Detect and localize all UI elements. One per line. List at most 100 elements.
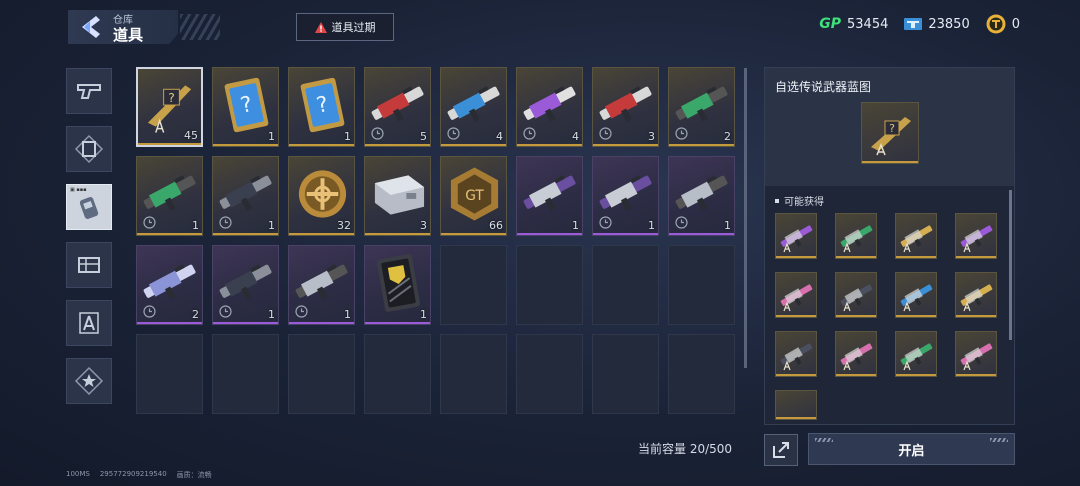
blueprint-rifle-icon — [780, 343, 813, 371]
item-slot[interactable]: ? 1 — [212, 67, 279, 147]
empty-slot[interactable] — [668, 245, 735, 325]
item-slot[interactable]: ? 1 — [288, 67, 355, 147]
uid-text: 295772909219540 — [99, 470, 167, 478]
rewards-scrollbar[interactable] — [1009, 190, 1012, 340]
tab-frames[interactable] — [66, 126, 112, 172]
blueprint-rifle-icon — [960, 225, 993, 253]
item-quantity: 2 — [192, 308, 199, 321]
reward-item[interactable] — [895, 213, 937, 259]
empty-slot[interactable] — [440, 245, 507, 325]
item-slot[interactable]: GT 66 — [440, 156, 507, 236]
mystery-card-icon: ? — [224, 77, 269, 133]
item-slot[interactable]: 1 — [288, 245, 355, 325]
tab-weapons[interactable] — [66, 68, 112, 114]
detail-item-thumbnail: ? — [861, 102, 919, 164]
back-button[interactable]: 仓库 道具 — [68, 10, 178, 44]
reward-item[interactable] — [775, 272, 817, 318]
ticket-icon — [904, 18, 923, 30]
empty-slot[interactable] — [516, 334, 583, 414]
item-slot[interactable]: 4 — [516, 67, 583, 147]
empty-slot[interactable] — [440, 334, 507, 414]
gp-value: 53454 — [847, 16, 889, 32]
reward-item[interactable] — [835, 331, 877, 377]
blueprint-rifle-icon — [780, 225, 813, 253]
ticket-currency[interactable]: 23850 — [904, 17, 970, 32]
reward-item[interactable] — [955, 272, 997, 318]
reward-item[interactable] — [895, 272, 937, 318]
currency-bar: GP 53454 23850 0 — [819, 14, 1020, 34]
detail-panel: 自选传说武器蓝图 ? 可能获得 — [764, 67, 1015, 425]
item-grid: ? 45? 1? 1 5 4 4 3 2 1 1 32 3 GT 66 1 1 1 2 1 1 1 — [136, 67, 736, 417]
blueprint-rifle-icon — [840, 284, 873, 312]
svg-text:?: ? — [168, 91, 175, 106]
item-slot[interactable]: 1 — [212, 245, 279, 325]
item-quantity: 1 — [572, 219, 579, 232]
reward-item[interactable] — [775, 213, 817, 259]
tab-items[interactable]: ▣ ▪▪▪ — [66, 184, 112, 230]
clock-icon — [219, 216, 232, 229]
pistol-icon — [77, 84, 101, 99]
item-slot[interactable]: 1 — [364, 245, 431, 325]
item-slot[interactable]: 2 — [136, 245, 203, 325]
empty-slot[interactable] — [364, 334, 431, 414]
tab-supplies[interactable] — [66, 242, 112, 288]
reward-item[interactable] — [955, 213, 997, 259]
gp-icon: GP — [819, 16, 841, 32]
empty-slot[interactable] — [668, 334, 735, 414]
blueprint-rifle-icon — [780, 284, 813, 312]
smg-silver-icon — [523, 175, 576, 211]
item-slot[interactable]: 1 — [516, 156, 583, 236]
empty-slot[interactable] — [136, 334, 203, 414]
blueprint-icon: ? — [147, 85, 192, 133]
item-quantity: 3 — [420, 219, 427, 232]
item-quantity: 1 — [724, 219, 731, 232]
grid-scrollbar[interactable] — [744, 68, 747, 368]
blueprint-rifle-icon — [900, 284, 933, 312]
empty-slot[interactable] — [592, 334, 659, 414]
clock-icon — [599, 216, 612, 229]
detail-header: 自选传说武器蓝图 ? — [765, 68, 1014, 186]
item-slot[interactable]: ? 45 — [136, 67, 203, 147]
button-stripe-left — [815, 438, 833, 442]
item-slot[interactable]: 3 — [364, 156, 431, 236]
clock-icon — [371, 127, 384, 140]
reward-item[interactable] — [895, 331, 937, 377]
share-button[interactable] — [764, 434, 798, 466]
gp-currency[interactable]: GP 53454 — [819, 16, 888, 32]
reward-item-partial[interactable] — [775, 390, 817, 420]
item-quantity: 1 — [192, 219, 199, 232]
blueprint-icon — [79, 312, 99, 334]
item-slot[interactable]: 1 — [592, 156, 659, 236]
gear-crate-icon — [78, 257, 100, 273]
item-slot[interactable]: 1 — [212, 156, 279, 236]
item-slot[interactable]: 4 — [440, 67, 507, 147]
open-button[interactable]: 开启 — [808, 433, 1015, 465]
empty-slot[interactable] — [288, 334, 355, 414]
clock-icon — [675, 216, 688, 229]
warehouse-screen: 仓库 道具 道具过期 GP 53454 23850 0 ▣ ▪▪▪ ? 45 ?… — [0, 0, 1080, 486]
item-slot[interactable]: 2 — [668, 67, 735, 147]
reward-item[interactable] — [835, 213, 877, 259]
coin-currency[interactable]: 0 — [986, 14, 1020, 34]
empty-slot[interactable] — [516, 245, 583, 325]
empty-slot[interactable] — [212, 334, 279, 414]
empty-slot[interactable] — [592, 245, 659, 325]
coin-value: 0 — [1011, 16, 1020, 32]
tab-blueprints[interactable] — [66, 300, 112, 346]
item-slot[interactable]: 3 — [592, 67, 659, 147]
item-slot[interactable]: 32 — [288, 156, 355, 236]
reward-item[interactable] — [775, 331, 817, 377]
blueprint-rifle-icon — [840, 225, 873, 253]
item-slot[interactable]: 5 — [364, 67, 431, 147]
open-button-label: 开启 — [898, 443, 925, 459]
item-slot[interactable]: 1 — [668, 156, 735, 236]
gold-hex-icon: GT — [450, 167, 499, 221]
reward-item[interactable] — [835, 272, 877, 318]
reward-item[interactable] — [955, 331, 997, 377]
bullet-icon — [775, 198, 779, 203]
detail-title: 自选传说武器蓝图 — [775, 80, 872, 94]
expired-items-button[interactable]: 道具过期 — [296, 13, 394, 41]
tab-badges[interactable] — [66, 358, 112, 404]
item-quantity: 45 — [184, 129, 198, 142]
item-slot[interactable]: 1 — [136, 156, 203, 236]
